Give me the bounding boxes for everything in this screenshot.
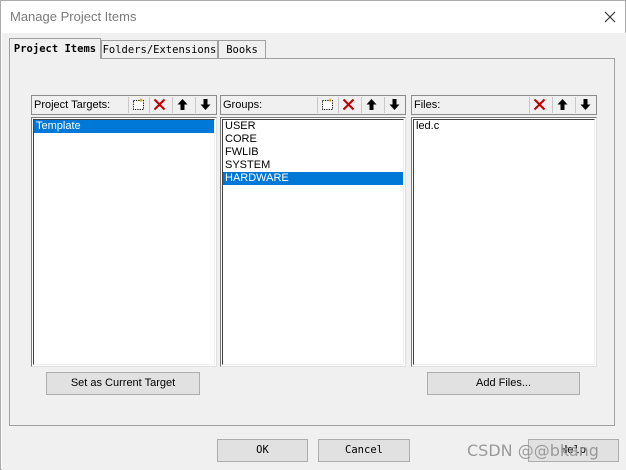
- watermark: CSDN @@bkang: [467, 441, 599, 460]
- delete-target-button[interactable]: [149, 97, 168, 113]
- manage-project-items-dialog: Manage Project Items Project Items Folde…: [0, 0, 626, 470]
- ok-button[interactable]: OK: [217, 439, 308, 462]
- title-bar: Manage Project Items: [1, 1, 625, 33]
- groups-header: Groups:: [220, 95, 406, 115]
- move-target-down-button[interactable]: [195, 97, 214, 113]
- move-file-down-button[interactable]: [575, 97, 594, 113]
- tab-folders-extensions[interactable]: Folders/Extensions: [101, 40, 218, 58]
- new-item-icon: [133, 98, 144, 110]
- list-item[interactable]: CORE: [223, 133, 403, 146]
- move-up-icon: [557, 99, 568, 110]
- project-targets-list[interactable]: Template: [31, 117, 217, 367]
- new-target-button[interactable]: [128, 97, 147, 113]
- files-label: Files:: [414, 99, 441, 111]
- list-item[interactable]: FWLIB: [223, 146, 403, 159]
- close-button[interactable]: [595, 1, 625, 33]
- list-item[interactable]: HARDWARE: [223, 172, 403, 185]
- new-group-button[interactable]: [317, 97, 336, 113]
- tab-books[interactable]: Books: [218, 40, 266, 58]
- close-icon: [604, 11, 616, 23]
- add-files-button[interactable]: Add Files...: [427, 372, 580, 395]
- groups-label: Groups:: [223, 99, 263, 111]
- move-down-icon: [580, 99, 591, 110]
- project-targets-header: Project Targets:: [31, 95, 217, 115]
- cancel-button[interactable]: Cancel: [318, 439, 410, 462]
- tab-project-items[interactable]: Project Items: [9, 38, 101, 59]
- delete-group-button[interactable]: [338, 97, 357, 113]
- move-up-icon: [366, 99, 377, 110]
- delete-icon: [533, 98, 546, 111]
- files-list[interactable]: led.c: [411, 117, 597, 367]
- delete-file-button[interactable]: [529, 97, 548, 113]
- delete-icon: [153, 98, 166, 111]
- move-group-down-button[interactable]: [384, 97, 403, 113]
- files-header: Files:: [411, 95, 597, 115]
- move-up-icon: [177, 99, 188, 110]
- list-item[interactable]: led.c: [414, 120, 594, 133]
- project-targets-label: Project Targets:: [34, 99, 111, 111]
- set-current-target-button[interactable]: Set as Current Target: [46, 372, 200, 395]
- move-file-up-button[interactable]: [552, 97, 571, 113]
- move-target-up-button[interactable]: [172, 97, 191, 113]
- move-down-icon: [389, 99, 400, 110]
- delete-icon: [342, 98, 355, 111]
- list-item[interactable]: USER: [223, 120, 403, 133]
- list-item[interactable]: Template: [34, 120, 214, 133]
- move-group-up-button[interactable]: [361, 97, 380, 113]
- list-item[interactable]: SYSTEM: [223, 159, 403, 172]
- groups-list[interactable]: USER CORE FWLIB SYSTEM HARDWARE: [220, 117, 406, 367]
- window-title: Manage Project Items: [10, 9, 137, 24]
- move-down-icon: [200, 99, 211, 110]
- new-item-icon: [322, 98, 333, 110]
